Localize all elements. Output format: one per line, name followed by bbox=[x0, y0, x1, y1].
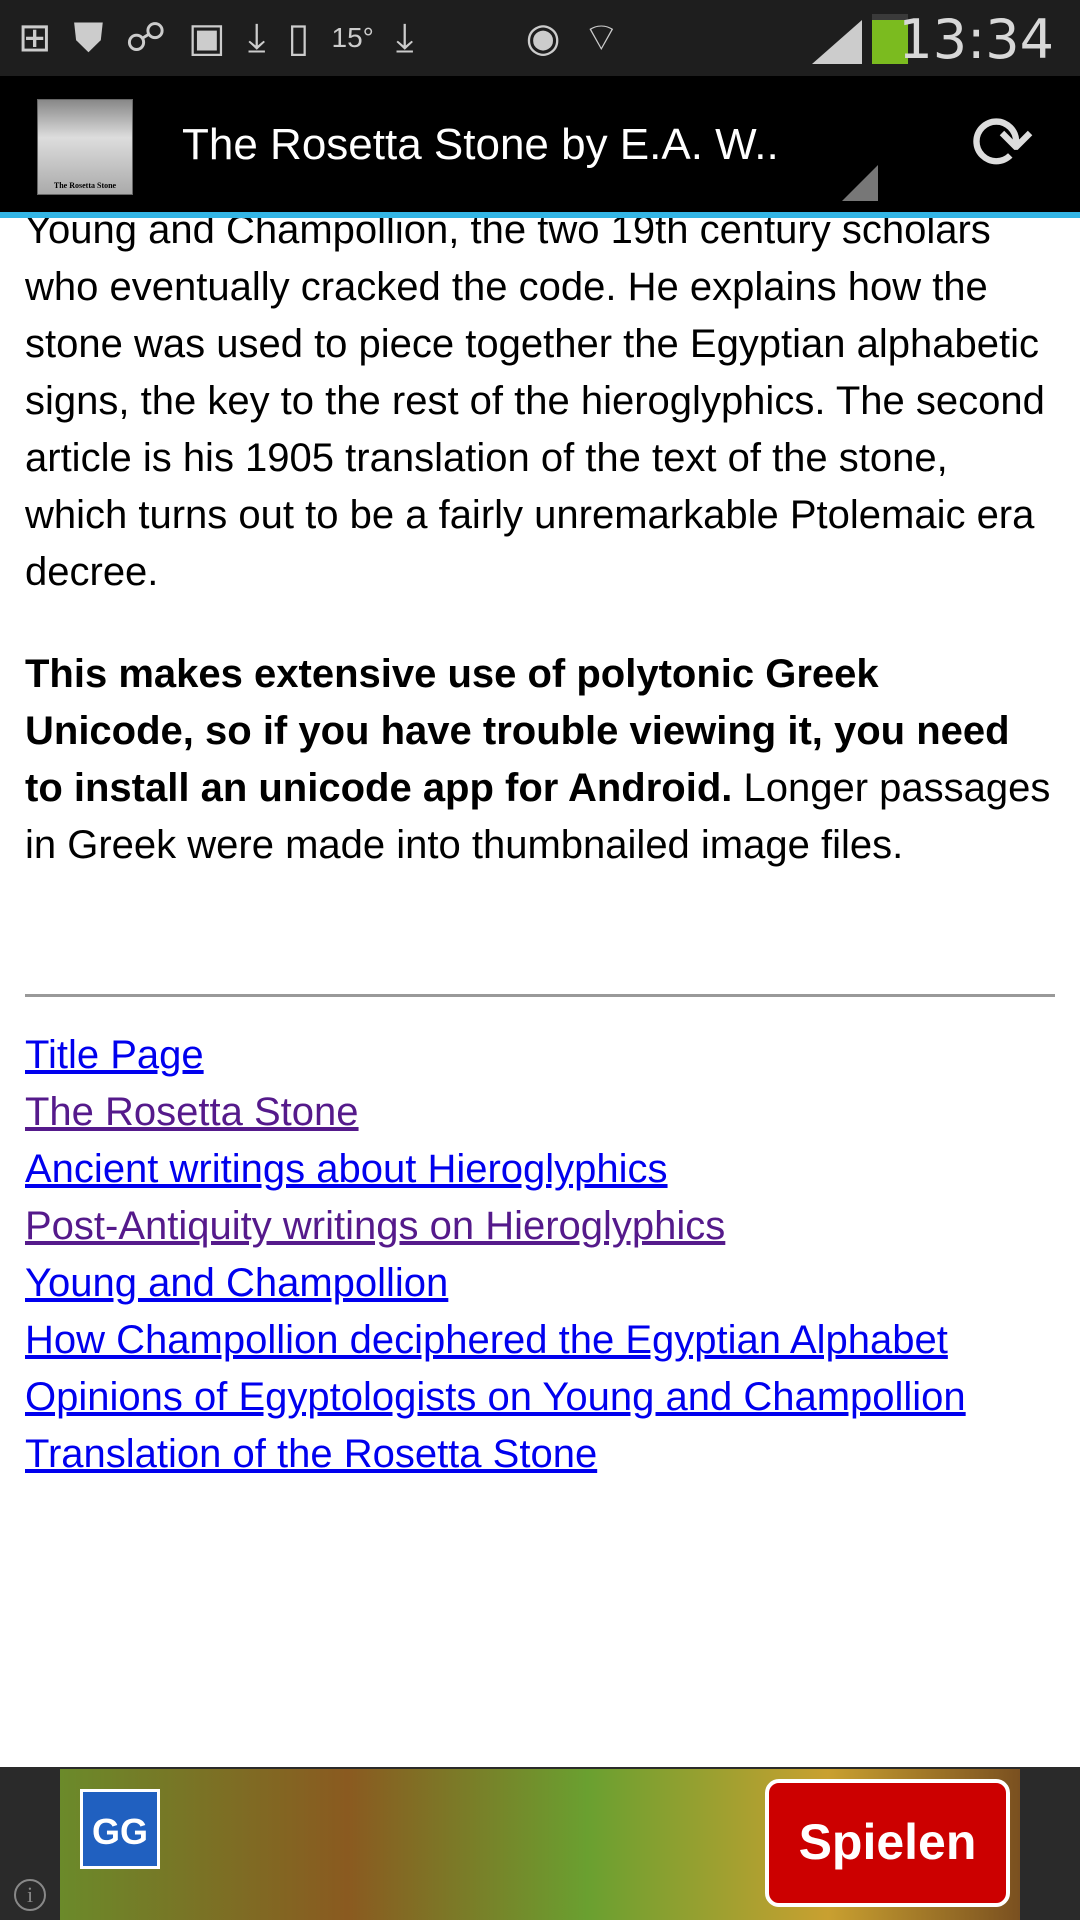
download-icon: ⤓ bbox=[395, 16, 414, 60]
ad-banner[interactable]: GG Spielen i bbox=[0, 1767, 1080, 1920]
link-post-antiquity[interactable]: Post-Antiquity writings on Hieroglyphics bbox=[25, 1198, 1055, 1255]
status-bar: ⊞ ⛊ ☍ ▣ ⤓ ▯ 15° ⤓ ◉ ⌔ 13:34 bbox=[0, 0, 1080, 76]
link-icon: ☍ bbox=[125, 16, 167, 60]
link-title-page[interactable]: Title Page bbox=[25, 1027, 1055, 1084]
signal-icon bbox=[812, 20, 862, 64]
link-rosetta-stone[interactable]: The Rosetta Stone bbox=[25, 1084, 1055, 1141]
action-bar-accent bbox=[0, 212, 1080, 218]
phone-check-icon: ▯ bbox=[287, 16, 310, 60]
download-icon: ⤓ bbox=[247, 16, 266, 60]
plus-badge-icon: ⊞ bbox=[18, 16, 52, 60]
link-opinions[interactable]: Opinions of Egyptologists on Young and C… bbox=[25, 1369, 1055, 1426]
app-title[interactable]: The Rosetta Stone by E.A. W.. bbox=[182, 120, 779, 170]
page-content: Young and Champollion, the two 19th cent… bbox=[25, 0, 1055, 1767]
ad-logo: GG bbox=[80, 1789, 160, 1869]
ad-play-button[interactable]: Spielen bbox=[765, 1779, 1010, 1907]
action-bar: The Rosetta Stone The Rosetta Stone by E… bbox=[0, 76, 1080, 212]
clock: 13:34 bbox=[898, 8, 1054, 71]
wifi-icon: ⌔ bbox=[582, 16, 621, 60]
app-icon-caption: The Rosetta Stone bbox=[53, 181, 117, 190]
eye-icon: ◉ bbox=[525, 16, 561, 60]
chapter-links: Title Page The Rosetta Stone Ancient wri… bbox=[25, 1027, 1055, 1483]
ad-image[interactable]: GG Spielen bbox=[60, 1769, 1020, 1920]
link-how-champollion[interactable]: How Champollion deciphered the Egyptian … bbox=[25, 1312, 1055, 1369]
dropdown-indicator-icon[interactable] bbox=[842, 165, 878, 201]
refresh-icon[interactable]: ⟳ bbox=[970, 106, 1034, 182]
image-icon: ▣ bbox=[188, 16, 226, 60]
shield-icon: ⛊ bbox=[73, 16, 104, 60]
link-translation[interactable]: Translation of the Rosetta Stone bbox=[25, 1426, 1055, 1483]
app-icon[interactable]: The Rosetta Stone bbox=[37, 99, 133, 195]
temperature: 15° bbox=[331, 22, 374, 53]
intro-paragraph: Young and Champollion, the two 19th cent… bbox=[25, 208, 1045, 594]
link-young-champollion[interactable]: Young and Champollion bbox=[25, 1255, 1055, 1312]
ad-info-icon[interactable]: i bbox=[14, 1879, 46, 1911]
link-ancient-writings[interactable]: Ancient writings about Hieroglyphics bbox=[25, 1141, 1055, 1198]
divider bbox=[25, 994, 1055, 997]
unicode-note: This makes extensive use of polytonic Gr… bbox=[25, 646, 1055, 874]
